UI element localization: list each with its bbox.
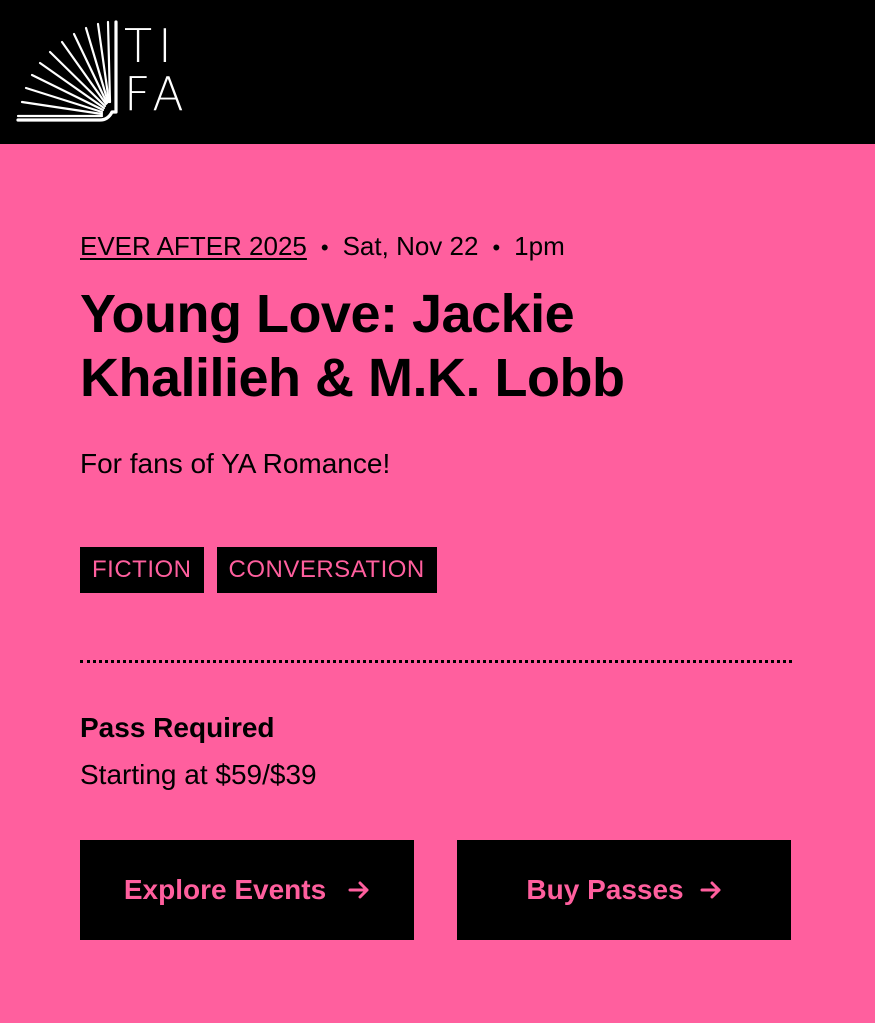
logo-wordmark: TI FA bbox=[124, 22, 204, 118]
tag-conversation[interactable]: CONVERSATION bbox=[216, 547, 437, 593]
dotted-divider bbox=[80, 660, 792, 663]
event-date: Sat, Nov 22 bbox=[342, 231, 479, 261]
explore-events-button[interactable]: Explore Events bbox=[80, 840, 414, 940]
event-time: 1pm bbox=[514, 231, 565, 261]
site-header: TI FA bbox=[0, 0, 875, 144]
event-subtitle: For fans of YA Romance! bbox=[80, 448, 391, 479]
buy-passes-label: Buy Passes bbox=[526, 874, 684, 905]
tag-fiction[interactable]: FICTION bbox=[80, 547, 204, 593]
event-title: Young Love: Jackie Khalilieh & M.K. Lobb bbox=[80, 284, 625, 408]
explore-events-label: Explore Events bbox=[123, 874, 327, 905]
pass-price: Starting at $59/$39 bbox=[80, 759, 317, 790]
event-tags: FICTION CONVERSATION bbox=[80, 547, 437, 593]
logo-letters-bottom: FA bbox=[124, 67, 190, 121]
festival-link[interactable]: EVER AFTER 2025 bbox=[80, 231, 307, 261]
meta-separator: • bbox=[320, 235, 329, 260]
buy-passes-button[interactable]: Buy Passes bbox=[457, 840, 791, 940]
arrow-right-icon bbox=[700, 881, 721, 899]
logo-letters-top: TI bbox=[124, 19, 178, 73]
event-meta: EVER AFTER 2025 • Sat, Nov 22 • 1pm bbox=[80, 228, 792, 266]
arrow-right-icon bbox=[348, 881, 369, 899]
meta-separator: • bbox=[492, 235, 501, 260]
pass-heading: Pass Required bbox=[80, 712, 275, 743]
